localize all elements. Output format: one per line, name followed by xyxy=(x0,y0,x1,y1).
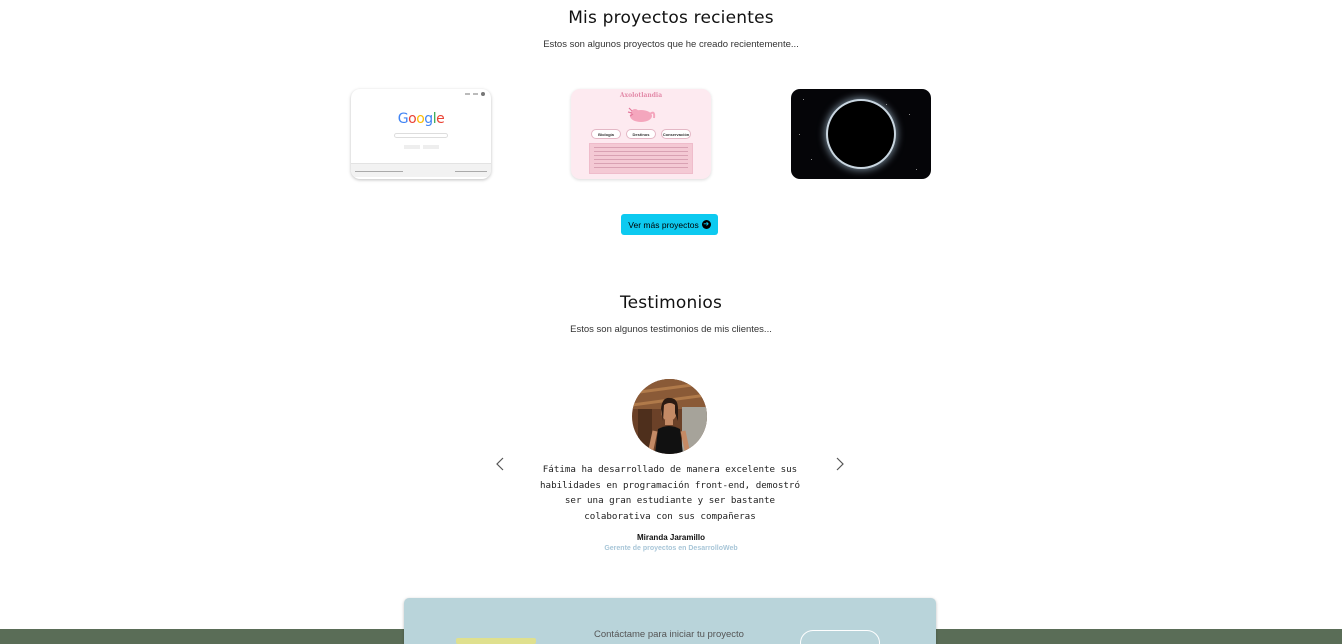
axolotl-site-header: Axolotlandia xyxy=(619,92,663,99)
google-footer xyxy=(351,163,491,177)
chevron-left-icon[interactable] xyxy=(494,456,506,472)
projects-title: Mis proyectos recientes xyxy=(568,8,774,28)
see-more-projects-label: Ver más proyectos xyxy=(628,219,699,230)
contact-heading-decoration xyxy=(456,638,536,644)
contact-button[interactable] xyxy=(800,630,880,644)
axolotl-nav-destinos: Destinos xyxy=(626,129,656,139)
google-topbar xyxy=(465,92,485,96)
axolotl-nav-conservacion: Conservación xyxy=(661,129,691,139)
client-role: Gerente de proyectos en DesarrolloWeb xyxy=(604,545,738,552)
project-card-axolotl[interactable]: Axolotlandia Biología Destinos Conservac… xyxy=(571,89,711,179)
google-buttons xyxy=(351,145,491,149)
client-avatar xyxy=(632,379,707,454)
project-card-space-ring[interactable] xyxy=(791,89,931,179)
portfolio-page: Mis proyectos recientes Estos son alguno… xyxy=(0,0,1342,644)
contact-text: Contáctame para iniciar tu proyecto xyxy=(594,629,744,640)
see-more-projects-button[interactable]: Ver más proyectos ➜ xyxy=(621,214,718,235)
axolotl-text-panel xyxy=(589,143,693,174)
testimonials-title: Testimonios xyxy=(619,293,723,313)
project-card-google-clone[interactable]: Google xyxy=(351,89,491,179)
testimonial-quote: Fátima ha desarrollado de manera excelen… xyxy=(540,464,800,522)
chevron-right-icon[interactable] xyxy=(834,456,846,472)
axolotl-nav-biologia: Biología xyxy=(591,129,621,139)
google-logo: Google xyxy=(397,111,445,127)
axolotl-icon xyxy=(627,107,656,122)
axolotl-nav-buttons: Biología Destinos Conservación xyxy=(571,129,711,139)
contact-card: Contáctame para iniciar tu proyecto xyxy=(404,598,936,644)
google-search-bar xyxy=(394,133,448,138)
black-hole-ring xyxy=(828,101,894,167)
arrow-right-circle-icon: ➜ xyxy=(701,220,711,229)
client-name: Miranda Jaramillo xyxy=(636,533,706,542)
projects-subtitle: Estos son algunos proyectos que he cread… xyxy=(543,39,799,50)
testimonials-subtitle: Estos son algunos testimonios de mis cli… xyxy=(570,324,772,335)
